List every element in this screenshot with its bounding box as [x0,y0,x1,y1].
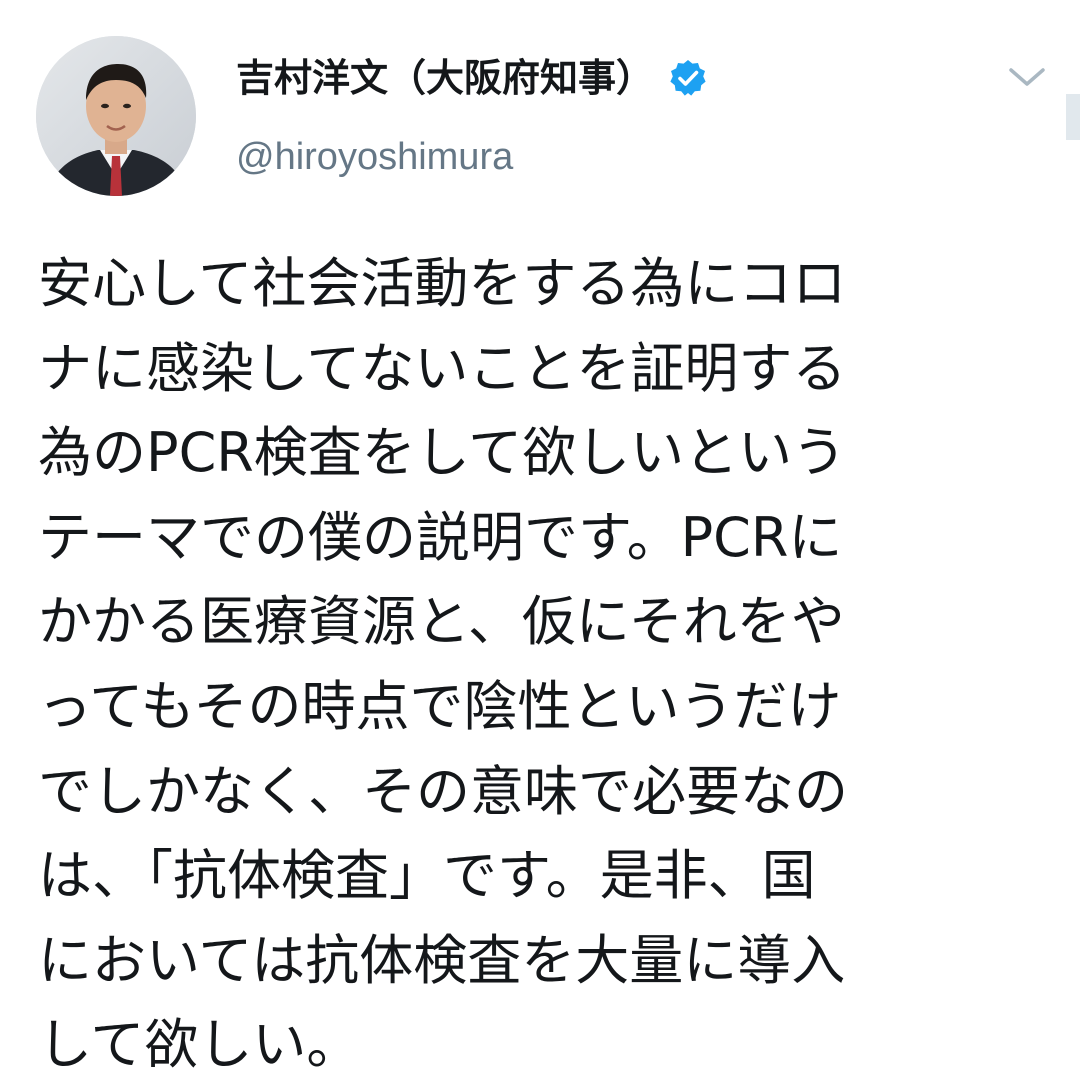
tweet-text-line: かかる医療資源と、仮にそれをや [38,590,845,654]
tweet-card: 吉村洋文（大阪府知事） @hiroyoshimura 安心して社会活動をする為に… [0,0,1080,1088]
tweet-text-line: テーマでの僕の説明です。PCRに [38,505,843,569]
tweet-text-line: 安心して社会活動をする為にコロ [38,252,847,315]
avatar-photo [36,36,196,196]
tweet-text-line: は、「抗体検査」です。是非、国 [38,844,816,908]
tweet-text: 安心して社会活動をする為にコロ ナに感染してないことを証明する 為のPCR検査を… [38,242,1038,1088]
verified-badge-icon [670,60,706,96]
author-handle[interactable]: @hiroyoshimura [236,132,513,182]
author-name-row[interactable]: 吉村洋文（大阪府知事） [236,50,708,106]
tweet-text-line: でしかなく、その意味で必要なの [38,759,848,823]
chevron-down-icon[interactable] [1006,62,1048,92]
tweet-text-line: においては抗体検査を大量に導入 [38,928,846,992]
author-display-name[interactable]: 吉村洋文（大阪府知事） [236,50,654,106]
avatar[interactable] [36,36,196,196]
tweet-text-line: ってもその時点で陰性というだけ [38,674,842,738]
tweet-text-line: ナに感染してないことを証明する [38,336,847,400]
tweet-text-line: して欲しい。 [38,1013,361,1077]
tweet-text-line: 為のPCR検査をして欲しいという [38,421,847,485]
scroll-indicator [1066,94,1080,140]
